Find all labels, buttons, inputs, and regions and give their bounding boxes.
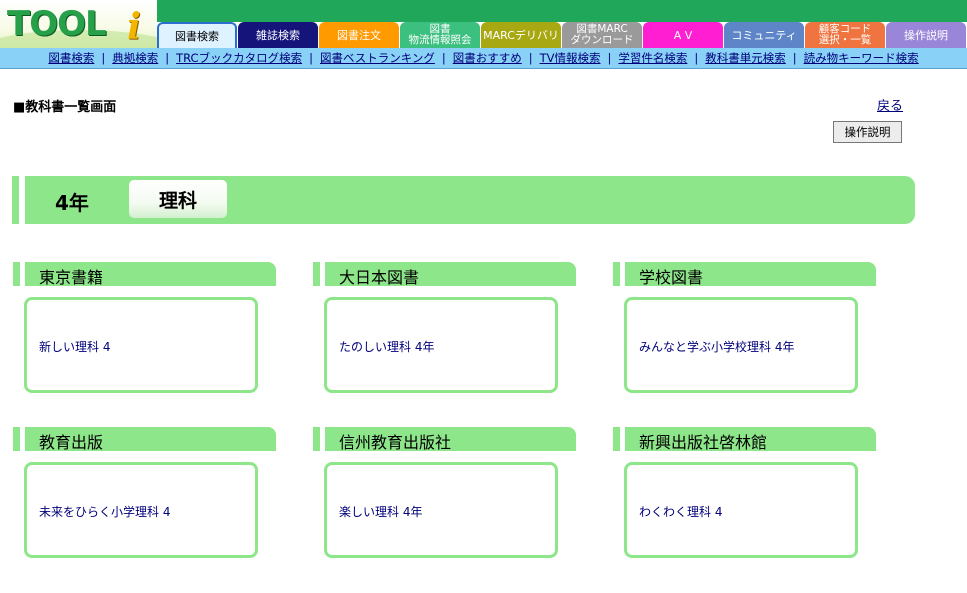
tab-5[interactable]: 図書MARC ダウンロード — [562, 22, 643, 48]
subnav-link[interactable]: 教科書単元検索 — [705, 50, 786, 66]
tab-9[interactable]: 操作説明 — [886, 22, 967, 48]
subnav-link[interactable]: 図書おすすめ — [453, 50, 522, 66]
tab-label: MARCデリバリ — [483, 28, 559, 42]
publisher-card: 教育出版 未来をひらく小学理科 4 — [13, 427, 276, 558]
sub-navigation: 図書検索 | 典拠検索 | TRCブックカタログ検索 | 図書ベストランキング | 図書おすすめ… — [0, 48, 967, 69]
textbook-box: 楽しい理科 4年 — [324, 462, 558, 558]
tab-label: 図書注文 — [337, 28, 382, 42]
textbook-box: 新しい理科 4 — [24, 297, 258, 393]
subnav-link[interactable]: 学習件名検索 — [618, 50, 687, 66]
publisher-name: 新興出版社啓林館 — [639, 433, 768, 452]
subnav-separator: | — [607, 51, 612, 65]
publisher-stripe — [320, 427, 325, 451]
tab-6[interactable]: A V — [643, 22, 724, 48]
tab-label: A V — [673, 28, 693, 42]
publisher-stripe — [20, 427, 25, 451]
tab-3[interactable]: 図書 物流情報照会 — [400, 22, 481, 48]
publisher-header: 新興出版社啓林館 — [613, 427, 876, 452]
subnav-link[interactable]: 図書検索 — [48, 50, 94, 66]
textbook-link[interactable]: わくわく理科 4 — [639, 503, 722, 520]
tab-4[interactable]: MARCデリバリ — [481, 22, 562, 48]
publisher-name: 大日本図書 — [339, 268, 420, 287]
publisher-card: 信州教育出版社 楽しい理科 4年 — [313, 427, 576, 558]
tab-label: 操作説明 — [904, 28, 949, 42]
subnav-separator: | — [441, 51, 446, 65]
tab-1[interactable]: 雑誌検索 — [238, 22, 319, 48]
textbook-link[interactable]: 楽しい理科 4年 — [339, 503, 422, 520]
publisher-card: 新興出版社啓林館 わくわく理科 4 — [613, 427, 876, 558]
publisher-name: 教育出版 — [39, 433, 104, 452]
textbook-link[interactable]: みんなと学ぶ小学校理科 4年 — [639, 338, 794, 355]
tab-0[interactable]: 図書検索 — [157, 22, 238, 48]
back-link[interactable]: 戻る — [877, 95, 903, 114]
textbook-link[interactable]: たのしい理科 4年 — [339, 338, 434, 355]
main-tabs: 図書検索 雑誌検索 図書注文 図書 物流情報照会 MARCデリバリ 図書MARC ダウンロード… — [157, 22, 967, 48]
publisher-name: 学校図書 — [639, 268, 704, 287]
publisher-header: 教育出版 — [13, 427, 276, 452]
publisher-header: 信州教育出版社 — [313, 427, 576, 452]
subnav-separator: | — [309, 51, 313, 65]
publisher-stripe — [620, 427, 625, 451]
subnav-separator: | — [792, 51, 797, 65]
logo-text: TOOL — [7, 4, 107, 44]
tab-label: 雑誌検索 — [256, 28, 301, 42]
header-strip — [157, 0, 967, 22]
subnav-link[interactable]: 典拠検索 — [112, 50, 158, 66]
publisher-stripe — [320, 262, 325, 286]
help-button[interactable]: 操作説明 — [833, 121, 902, 143]
subnav-separator: | — [694, 51, 699, 65]
tab-label: ダウンロード — [570, 34, 634, 46]
subnav-link[interactable]: 図書ベストランキング — [320, 50, 435, 66]
tab-label: 図書検索 — [175, 29, 220, 43]
subnav-separator: | — [101, 51, 106, 65]
publisher-name: 東京書籍 — [39, 268, 104, 287]
subnav-link[interactable]: TRCブックカタログ検索 — [176, 50, 302, 66]
publisher-card: 東京書籍 新しい理科 4 — [13, 262, 276, 393]
publisher-header: 学校図書 — [613, 262, 876, 287]
grade-label: 4年 — [55, 191, 89, 215]
subnav-separator: | — [165, 51, 170, 65]
textbook-box: たのしい理科 4年 — [324, 297, 558, 393]
tab-8[interactable]: 顧客コード 選択・一覧 — [805, 22, 886, 48]
subnav-link[interactable]: TV情報検索 — [540, 50, 601, 66]
publisher-stripe — [20, 262, 25, 286]
tab-label: コミュニティ — [731, 28, 797, 42]
grade-banner: 4年 理科 — [12, 176, 915, 224]
publisher-card: 学校図書 みんなと学ぶ小学校理科 4年 — [613, 262, 876, 393]
subnav-link[interactable]: 読み物キーワード検索 — [804, 50, 919, 66]
textbook-box: わくわく理科 4 — [624, 462, 858, 558]
subnav-separator: | — [528, 51, 533, 65]
textbook-box: 未来をひらく小学理科 4 — [24, 462, 258, 558]
tab-2[interactable]: 図書注文 — [319, 22, 400, 48]
logo-i-icon: i — [127, 6, 141, 48]
tooli-logo[interactable]: TOOL i — [0, 0, 157, 48]
publisher-header: 大日本図書 — [313, 262, 576, 287]
publisher-card: 大日本図書 たのしい理科 4年 — [313, 262, 576, 393]
banner-stripe — [19, 176, 25, 224]
tab-label: 選択・一覧 — [818, 34, 872, 46]
tab-7[interactable]: コミュニティ — [724, 22, 805, 48]
textbook-box: みんなと学ぶ小学校理科 4年 — [624, 297, 858, 393]
publisher-header: 東京書籍 — [13, 262, 276, 287]
publisher-stripe — [620, 262, 625, 286]
textbook-link[interactable]: 未来をひらく小学理科 4 — [39, 503, 170, 520]
publisher-name: 信州教育出版社 — [339, 433, 452, 452]
page-title: ■教科書一覧画面 — [13, 100, 117, 115]
subject-label: 理科 — [129, 180, 227, 218]
textbook-link[interactable]: 新しい理科 4 — [39, 338, 110, 355]
tab-label: 物流情報照会 — [408, 34, 472, 46]
